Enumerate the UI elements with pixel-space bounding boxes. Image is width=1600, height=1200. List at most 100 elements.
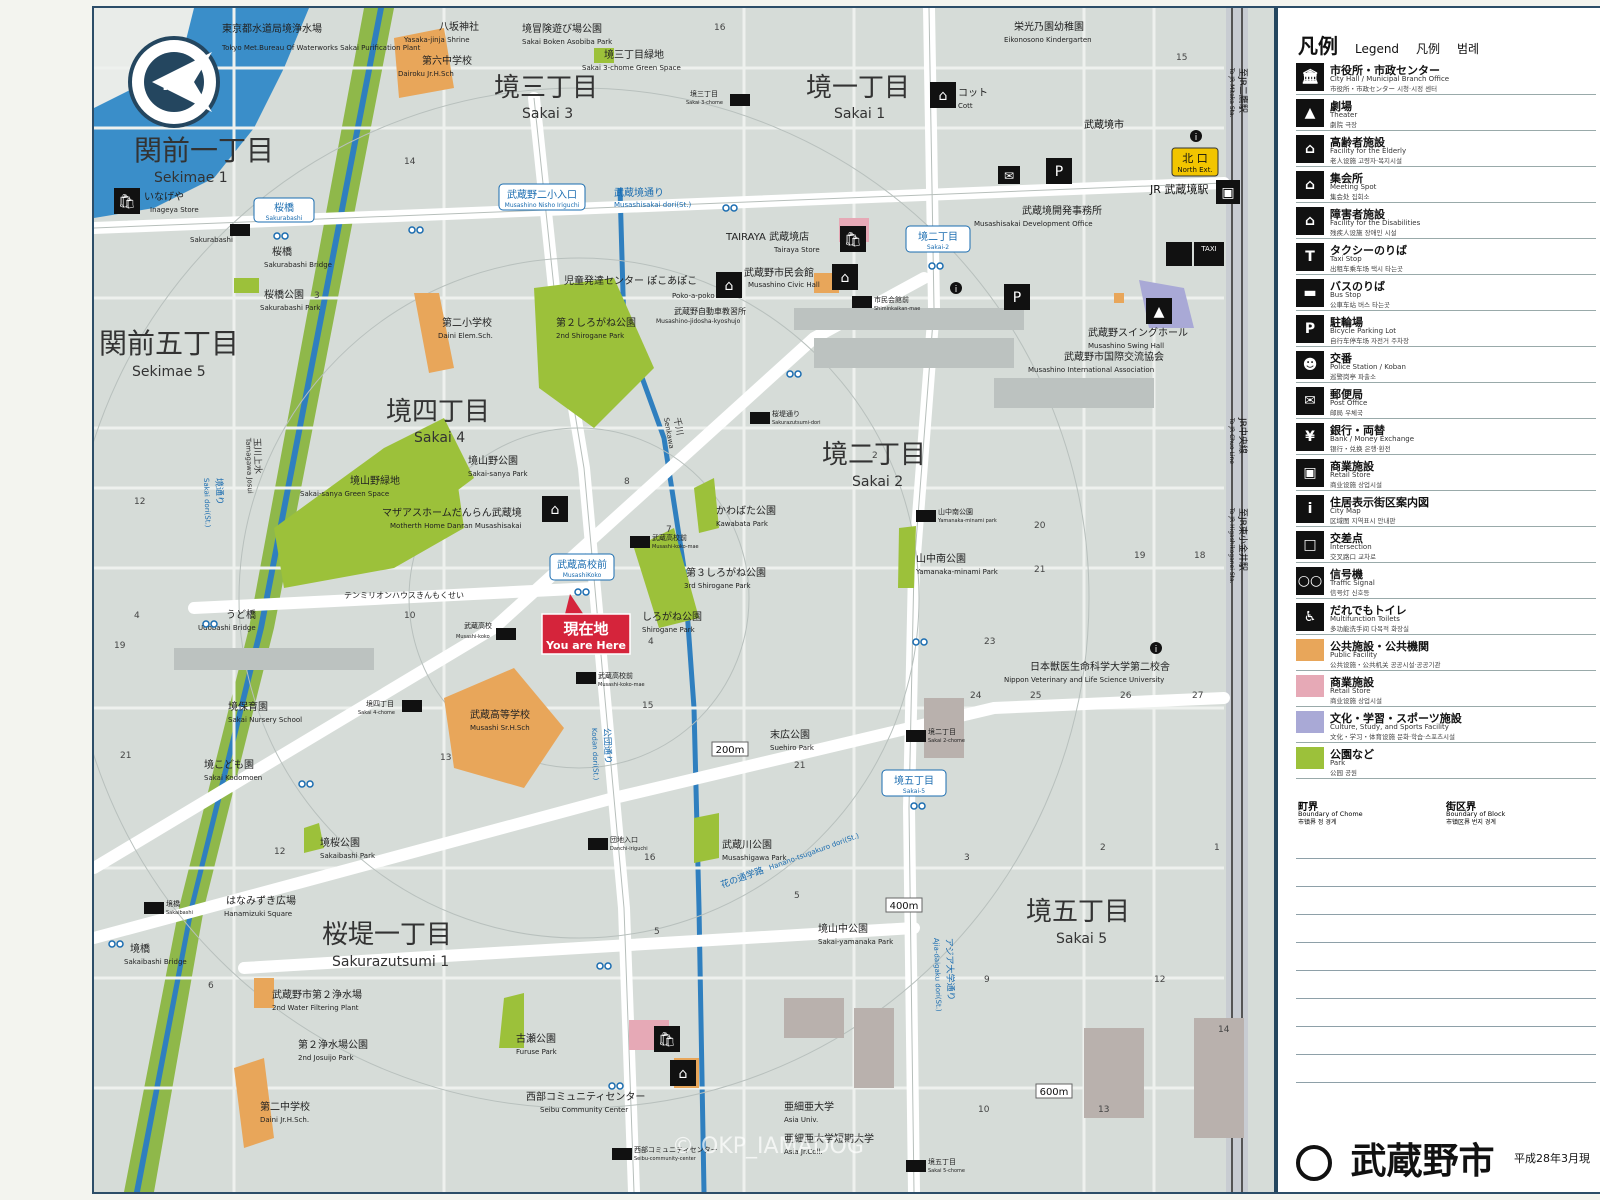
meeting-spot-icon: ⌂ [1296, 171, 1324, 199]
water-filtering-plant-2 [254, 978, 274, 1008]
svg-text:団地入口: 団地入口 [610, 835, 638, 844]
district-sekimae1-en: Sekimae 1 [154, 170, 228, 186]
place-development-office: 武蔵境開発事務所 [1022, 204, 1102, 217]
svg-text:2nd Water Filtering Plant: 2nd Water Filtering Plant [272, 1004, 359, 1012]
svg-text:Yasaka-jinja Shrine: Yasaka-jinja Shrine [403, 36, 470, 44]
svg-text:Sakaibashi Bridge: Sakaibashi Bridge [124, 958, 187, 966]
legend-item-english: Post Office [1330, 399, 1368, 407]
svg-text:Sakai 4-chome: Sakai 4-chome [358, 710, 395, 716]
distance-400m: 400m [890, 901, 919, 912]
svg-text:Musashisakai dori(St.): Musashisakai dori(St.) [614, 201, 691, 209]
svg-text:⌂: ⌂ [679, 1066, 688, 1082]
svg-text:15: 15 [1176, 53, 1187, 63]
svg-text:To JR Mitaka Sta.: To JR Mitaka Sta. [1228, 67, 1235, 118]
svg-text:1: 1 [1214, 843, 1220, 853]
legend-title: 凡例 Legend 凡例 범례 [1298, 34, 1480, 58]
svg-text:Kawabata Park: Kawabata Park [716, 520, 769, 528]
legend-item-english: Bus Stop [1330, 291, 1362, 299]
station-area-jp: 武蔵境市 [1084, 118, 1124, 131]
svg-text:🛍: 🛍 [118, 193, 136, 210]
district-sakai3-jp: 境三丁目 [494, 73, 598, 103]
svg-text:武蔵野二小入口: 武蔵野二小入口 [507, 188, 577, 201]
place-udobashi: うど橋 [226, 608, 256, 621]
svg-text:2nd Josuijo Park: 2nd Josuijo Park [298, 1054, 354, 1062]
district-sakurazutsumi1-en: Sakurazutsumi 1 [332, 954, 449, 970]
intersection-sakai5: 境五丁目 Sakai-5 [881, 769, 947, 797]
svg-text:境三丁目: 境三丁目 [690, 89, 718, 98]
legend-item: 公園など Park 公园 공원 [1296, 744, 1596, 779]
legend-item-english: Retail Store [1330, 687, 1371, 695]
place-cott: コット [958, 88, 988, 99]
legend-item-english: Meeting Spot [1330, 183, 1377, 191]
published-date: 平成28年3月現 [1514, 1152, 1590, 1165]
svg-text:桜堤通り: 桜堤通り [772, 409, 800, 418]
place-tenmillion-house: テンミリオンハウスきんもくせい [344, 591, 464, 600]
svg-text:Poko-a-poko: Poko-a-poko [672, 292, 715, 300]
legend-blank-line [1296, 914, 1596, 915]
svg-text:Sakai-sanya Park: Sakai-sanya Park [468, 470, 529, 478]
svg-text:境二丁目: 境二丁目 [928, 727, 956, 736]
legend-panel: 凡例 Legend 凡例 범례 🏛 市役所・市政センター City Hall / M… [1274, 8, 1600, 1192]
public-facility-swatch [1296, 639, 1324, 661]
compass-north-label: N [162, 74, 177, 95]
district-sakai2-en: Sakai 2 [852, 474, 903, 490]
place-asia-univ: 亜細亜大学 [784, 1100, 834, 1113]
place-dairoku-jr-high: 第六中学校 [422, 54, 472, 67]
svg-text:2: 2 [1100, 843, 1106, 853]
city-name: 武蔵野市 [1350, 1141, 1495, 1182]
legend-item-english: Culture, Study, and Sports Facility [1330, 723, 1449, 731]
legend-item-english: Theater [1330, 111, 1358, 119]
svg-text:6: 6 [208, 981, 214, 991]
city-logo: 武蔵野市 [1296, 1132, 1495, 1184]
svg-text:14: 14 [1218, 1025, 1230, 1035]
svg-text:▣: ▣ [1221, 185, 1234, 201]
district-sekimae1-jp: 関前一丁目 [134, 134, 274, 167]
svg-text:Sakai 5-chome: Sakai 5-chome [928, 1168, 965, 1174]
svg-text:i: i [1155, 645, 1158, 655]
police-icon: ☻ [1296, 351, 1324, 379]
district-sakai5-en: Sakai 5 [1056, 931, 1107, 947]
compass: N [128, 36, 220, 128]
legend-item: ♿ だれでもトイレ Multifunction Toilets 多功能洗手间 다목적 … [1296, 600, 1596, 635]
district-sakai4-en: Sakai 4 [414, 430, 465, 446]
svg-text:North Ext.: North Ext. [1177, 166, 1212, 174]
park-musashigawa [694, 813, 719, 863]
place-sakai-yamanaka-park: 境山中公園 [818, 922, 868, 935]
place-nippon-veterinary: 日本獣医生命科学大学第二校舎 [1030, 660, 1170, 673]
legend-item-translation: 商业设施 상업시설 [1330, 481, 1382, 489]
legend-blank-line [1296, 858, 1596, 859]
retail-swatch [1296, 675, 1324, 697]
svg-text:13: 13 [1098, 1105, 1109, 1115]
legend-item-translation: 多功能洗手间 다목적 화장실 [1330, 625, 1410, 633]
disability-facility-icon: ⌂ [1296, 207, 1324, 235]
legend-item: 商業施設 Retail Store 商业设施 상업시설 [1296, 672, 1596, 707]
legend-item-english: Multifunction Toilets [1330, 615, 1400, 623]
legend-blank-line [1296, 886, 1596, 887]
place-sakai3-green: 境三丁目緑地 [604, 48, 664, 61]
svg-text:27: 27 [1192, 691, 1203, 701]
place-josuijo-park: 第２浄水場公園 [298, 1038, 368, 1051]
svg-text:⌂: ⌂ [939, 88, 948, 104]
svg-text:TAXI: TAXI [1200, 245, 1216, 253]
bus-stop-icon: ▬ [1296, 279, 1324, 307]
place-shirogane-park: しろがね公園 [642, 610, 702, 623]
svg-text:Motherth Home Danran Musashisa: Motherth Home Danran Musashisakai [390, 522, 522, 530]
svg-text:Musashino-jidosha-kyoshujo: Musashino-jidosha-kyoshujo [656, 318, 741, 325]
theater-icon: ▲ [1296, 99, 1324, 127]
line-mitaka-jp: 至JR二鷹駅 [1237, 68, 1249, 113]
svg-text:16: 16 [644, 853, 656, 863]
legend-item-translation: 信号灯 신호등 [1330, 589, 1370, 597]
svg-text:3: 3 [964, 853, 970, 863]
svg-text:Musashino Nisho Iriguchi: Musashino Nisho Iriguchi [505, 202, 580, 209]
svg-text:Sakai Kodomoen: Sakai Kodomoen [204, 774, 262, 782]
place-sakai-sanya-green: 境山野緑地 [350, 474, 400, 487]
place-sakai-sanya-park: 境山野公園 [468, 454, 518, 467]
svg-text:4: 4 [648, 637, 654, 647]
map-board: 関前一丁目 Sekimae 1 関前五丁目 Sekimae 5 境三丁目 Sak… [92, 6, 1600, 1194]
svg-text:Furuse Park: Furuse Park [516, 1048, 558, 1056]
svg-text:i: i [955, 285, 958, 295]
place-3rd-shirogane-park: 第３しろがね公園 [686, 566, 766, 579]
legend-item-english: Taxi Stop [1330, 255, 1362, 263]
svg-text:2: 2 [872, 451, 878, 461]
svg-text:26: 26 [1120, 691, 1132, 701]
